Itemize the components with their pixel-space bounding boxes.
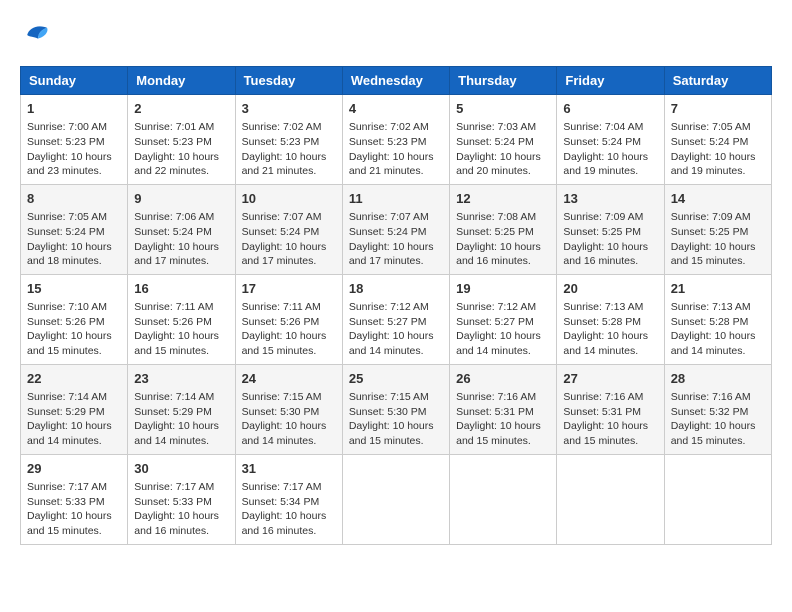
day-number: 1 <box>27 100 121 118</box>
calendar-cell: 14Sunrise: 7:09 AMSunset: 5:25 PMDayligh… <box>664 184 771 274</box>
calendar-cell: 22Sunrise: 7:14 AMSunset: 5:29 PMDayligh… <box>21 364 128 454</box>
calendar-cell: 17Sunrise: 7:11 AMSunset: 5:26 PMDayligh… <box>235 274 342 364</box>
calendar-cell: 31Sunrise: 7:17 AMSunset: 5:34 PMDayligh… <box>235 454 342 544</box>
day-number: 17 <box>242 280 336 298</box>
day-number: 22 <box>27 370 121 388</box>
calendar-week-row: 29Sunrise: 7:17 AMSunset: 5:33 PMDayligh… <box>21 454 772 544</box>
day-number: 31 <box>242 460 336 478</box>
day-number: 10 <box>242 190 336 208</box>
calendar-header-sunday: Sunday <box>21 67 128 95</box>
day-number: 24 <box>242 370 336 388</box>
logo-icon <box>20 20 56 50</box>
calendar-cell: 28Sunrise: 7:16 AMSunset: 5:32 PMDayligh… <box>664 364 771 454</box>
calendar-header-thursday: Thursday <box>450 67 557 95</box>
day-number: 8 <box>27 190 121 208</box>
calendar-week-row: 1Sunrise: 7:00 AMSunset: 5:23 PMDaylight… <box>21 95 772 185</box>
calendar-week-row: 8Sunrise: 7:05 AMSunset: 5:24 PMDaylight… <box>21 184 772 274</box>
day-number: 27 <box>563 370 657 388</box>
calendar-cell: 6Sunrise: 7:04 AMSunset: 5:24 PMDaylight… <box>557 95 664 185</box>
calendar-header-monday: Monday <box>128 67 235 95</box>
calendar-cell: 2Sunrise: 7:01 AMSunset: 5:23 PMDaylight… <box>128 95 235 185</box>
calendar-cell <box>342 454 449 544</box>
calendar-cell: 30Sunrise: 7:17 AMSunset: 5:33 PMDayligh… <box>128 454 235 544</box>
calendar-cell: 29Sunrise: 7:17 AMSunset: 5:33 PMDayligh… <box>21 454 128 544</box>
calendar-week-row: 22Sunrise: 7:14 AMSunset: 5:29 PMDayligh… <box>21 364 772 454</box>
day-number: 4 <box>349 100 443 118</box>
calendar-header-wednesday: Wednesday <box>342 67 449 95</box>
day-number: 21 <box>671 280 765 298</box>
calendar-cell: 23Sunrise: 7:14 AMSunset: 5:29 PMDayligh… <box>128 364 235 454</box>
calendar-cell: 9Sunrise: 7:06 AMSunset: 5:24 PMDaylight… <box>128 184 235 274</box>
calendar-header-row: SundayMondayTuesdayWednesdayThursdayFrid… <box>21 67 772 95</box>
day-number: 25 <box>349 370 443 388</box>
calendar-table: SundayMondayTuesdayWednesdayThursdayFrid… <box>20 66 772 545</box>
day-number: 30 <box>134 460 228 478</box>
calendar-cell: 1Sunrise: 7:00 AMSunset: 5:23 PMDaylight… <box>21 95 128 185</box>
day-number: 12 <box>456 190 550 208</box>
calendar-cell <box>557 454 664 544</box>
calendar-cell <box>450 454 557 544</box>
day-number: 19 <box>456 280 550 298</box>
calendar-cell: 12Sunrise: 7:08 AMSunset: 5:25 PMDayligh… <box>450 184 557 274</box>
calendar-header-friday: Friday <box>557 67 664 95</box>
day-number: 23 <box>134 370 228 388</box>
day-number: 20 <box>563 280 657 298</box>
day-number: 9 <box>134 190 228 208</box>
calendar-cell: 16Sunrise: 7:11 AMSunset: 5:26 PMDayligh… <box>128 274 235 364</box>
calendar-cell: 24Sunrise: 7:15 AMSunset: 5:30 PMDayligh… <box>235 364 342 454</box>
day-number: 2 <box>134 100 228 118</box>
day-number: 29 <box>27 460 121 478</box>
calendar-cell: 8Sunrise: 7:05 AMSunset: 5:24 PMDaylight… <box>21 184 128 274</box>
calendar-cell: 27Sunrise: 7:16 AMSunset: 5:31 PMDayligh… <box>557 364 664 454</box>
calendar-cell: 15Sunrise: 7:10 AMSunset: 5:26 PMDayligh… <box>21 274 128 364</box>
calendar-cell: 5Sunrise: 7:03 AMSunset: 5:24 PMDaylight… <box>450 95 557 185</box>
logo <box>20 20 58 50</box>
calendar-cell: 26Sunrise: 7:16 AMSunset: 5:31 PMDayligh… <box>450 364 557 454</box>
day-number: 7 <box>671 100 765 118</box>
calendar-week-row: 15Sunrise: 7:10 AMSunset: 5:26 PMDayligh… <box>21 274 772 364</box>
calendar-cell: 20Sunrise: 7:13 AMSunset: 5:28 PMDayligh… <box>557 274 664 364</box>
day-number: 5 <box>456 100 550 118</box>
day-number: 13 <box>563 190 657 208</box>
calendar-cell: 10Sunrise: 7:07 AMSunset: 5:24 PMDayligh… <box>235 184 342 274</box>
day-number: 3 <box>242 100 336 118</box>
day-number: 16 <box>134 280 228 298</box>
calendar-cell <box>664 454 771 544</box>
day-number: 11 <box>349 190 443 208</box>
calendar-cell: 11Sunrise: 7:07 AMSunset: 5:24 PMDayligh… <box>342 184 449 274</box>
calendar-cell: 3Sunrise: 7:02 AMSunset: 5:23 PMDaylight… <box>235 95 342 185</box>
day-number: 28 <box>671 370 765 388</box>
page-header <box>20 20 772 50</box>
calendar-cell: 7Sunrise: 7:05 AMSunset: 5:24 PMDaylight… <box>664 95 771 185</box>
calendar-cell: 25Sunrise: 7:15 AMSunset: 5:30 PMDayligh… <box>342 364 449 454</box>
calendar-cell: 13Sunrise: 7:09 AMSunset: 5:25 PMDayligh… <box>557 184 664 274</box>
calendar-header-saturday: Saturday <box>664 67 771 95</box>
calendar-cell: 21Sunrise: 7:13 AMSunset: 5:28 PMDayligh… <box>664 274 771 364</box>
day-number: 26 <box>456 370 550 388</box>
calendar-cell: 19Sunrise: 7:12 AMSunset: 5:27 PMDayligh… <box>450 274 557 364</box>
calendar-cell: 18Sunrise: 7:12 AMSunset: 5:27 PMDayligh… <box>342 274 449 364</box>
calendar-cell: 4Sunrise: 7:02 AMSunset: 5:23 PMDaylight… <box>342 95 449 185</box>
day-number: 14 <box>671 190 765 208</box>
day-number: 6 <box>563 100 657 118</box>
calendar-header-tuesday: Tuesday <box>235 67 342 95</box>
day-number: 15 <box>27 280 121 298</box>
day-number: 18 <box>349 280 443 298</box>
